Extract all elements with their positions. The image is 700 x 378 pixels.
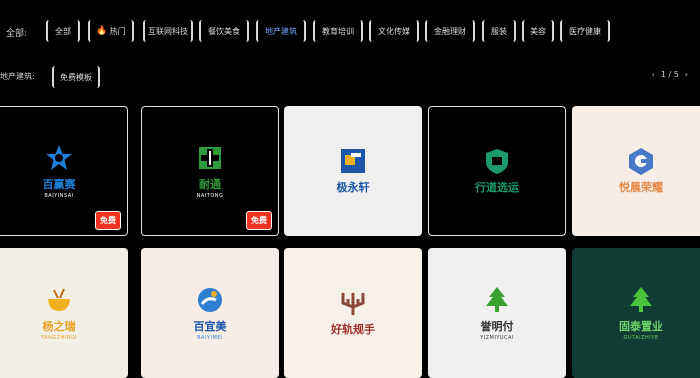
template-card[interactable]: 杨之瑞 YANGZHIRUI (0, 248, 128, 378)
brand-name: 极永轩 (336, 181, 370, 194)
template-card[interactable]: 百宜美 BAIYIMEI (141, 248, 279, 378)
brand-name: 悦晨荣耀 (619, 181, 663, 194)
free-badge: 免费 (246, 211, 272, 230)
chip-finance[interactable]: 金融理财 (425, 20, 475, 42)
next-page-button[interactable]: › (685, 70, 688, 79)
chip-free-templates[interactable]: 免费模板 (52, 66, 100, 88)
brand-subtitle: NAITONG (196, 192, 224, 199)
chip-education[interactable]: 教育培训 (313, 20, 363, 42)
brand-name: 固泰置业 (619, 319, 663, 333)
template-card[interactable]: 行道选运 (428, 106, 566, 236)
template-card[interactable]: 极永轩 (284, 106, 422, 236)
template-logo: 极永轩 (284, 106, 422, 236)
template-logo: 百宜美 BAIYIMEI (141, 248, 279, 378)
template-card[interactable]: 好轨规手 (284, 248, 422, 378)
chip-all[interactable]: 全部 (46, 20, 80, 42)
chip-health[interactable]: 医疗健康 (560, 20, 610, 42)
template-card[interactable]: 誉明付 YIZMIYUCAI (428, 248, 566, 378)
brand-name: 耐通 (199, 177, 221, 191)
brand-subtitle: BAIYIMEI (197, 334, 223, 341)
page-indicator: 1 / 5 (660, 70, 679, 79)
runner-logo-icon (198, 287, 222, 312)
template-logo: 誉明付 YIZMIYUCAI (428, 248, 566, 378)
chip-tech[interactable]: 互联网科技 (143, 20, 193, 42)
template-card[interactable]: 悦晨荣耀 (572, 106, 700, 236)
template-card[interactable]: 百赢赛 BAIYINSAI 免费 (0, 106, 128, 236)
cross-logo-icon (199, 146, 221, 169)
subfilter-label: 地产建筑: (0, 72, 35, 81)
chip-food[interactable]: 餐饮美食 (199, 20, 249, 42)
brand-name: 百宜美 (193, 319, 227, 333)
category-filter-bar: 全部: 全部 🔥 热门 互联网科技 餐饮美食 地产建筑 教育培训 文化传媒 金融理… (0, 18, 700, 48)
template-logo: 固泰置业 GUTAIZHIYE (572, 248, 700, 378)
fire-icon: 🔥 (96, 26, 108, 36)
brand-name: 行道选运 (475, 181, 519, 194)
brand-name: 好轨规手 (331, 323, 375, 336)
chip-beauty[interactable]: 美容 (522, 20, 554, 42)
brand-subtitle: GUTAIZHIYE (623, 334, 659, 341)
template-logo: 行道选运 (429, 107, 565, 235)
chip-media[interactable]: 文化传媒 (369, 20, 419, 42)
chip-hot[interactable]: 🔥 热门 (88, 20, 134, 42)
brand-name: 誉明付 (480, 319, 514, 333)
brand-name: 百赢赛 (42, 177, 76, 191)
prev-page-button[interactable]: ‹ (652, 70, 655, 79)
star-logo-icon (46, 144, 72, 170)
template-logo: 杨之瑞 YANGZHIRUI (0, 248, 128, 378)
subfilter-bar: 地产建筑: 免费模板 (0, 64, 700, 90)
brand-subtitle: YIZMIYUCAI (480, 334, 514, 341)
brand-subtitle: BAIYINSAI (44, 192, 74, 199)
free-badge: 免费 (95, 211, 121, 230)
tree-logo-icon (630, 286, 652, 312)
square-logo-icon (341, 149, 365, 173)
bowl-logo-icon (48, 288, 70, 311)
trident-logo-icon (341, 293, 365, 315)
template-logo: 好轨规手 (284, 248, 422, 378)
brand-subtitle: YANGZHIRUI (41, 334, 77, 341)
chip-realestate[interactable]: 地产建筑 (256, 20, 306, 42)
filter-label: 全部: (6, 29, 28, 39)
brand-name: 杨之瑞 (42, 319, 76, 333)
shield-logo-icon (486, 149, 508, 174)
chip-clothing[interactable]: 服装 (482, 20, 516, 42)
template-card[interactable]: 固泰置业 GUTAIZHIYE (572, 248, 700, 378)
template-logo: 悦晨荣耀 (572, 106, 700, 236)
hexagon-logo-icon (629, 148, 653, 175)
tree-logo-icon (486, 286, 508, 312)
template-card[interactable]: 耐通 NAITONG 免费 (141, 106, 279, 236)
pagination: ‹ 1 / 5 › (652, 70, 688, 79)
